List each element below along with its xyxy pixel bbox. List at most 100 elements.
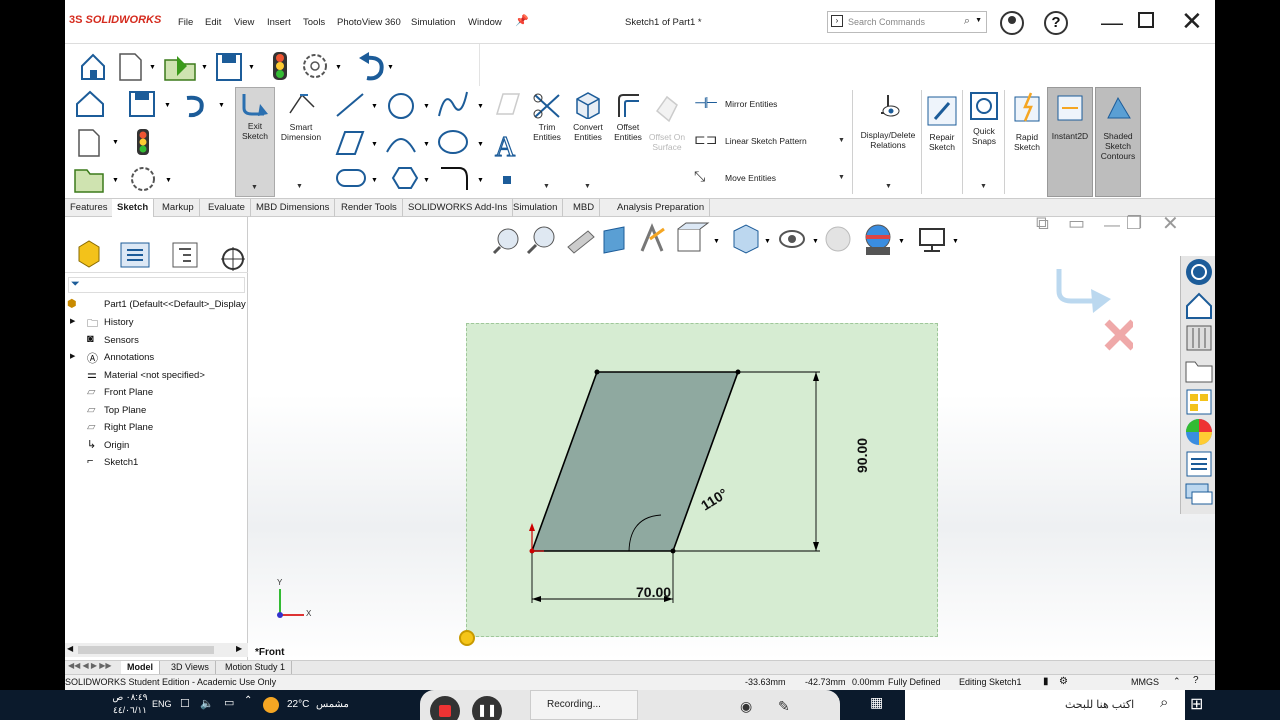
save-icon[interactable]	[216, 53, 242, 81]
horizontal-scrollbar[interactable]: ◀ ▶	[65, 643, 248, 657]
menu-window[interactable]: Window	[468, 17, 502, 28]
previous-view-icon[interactable]	[567, 230, 595, 254]
battery-icon[interactable]: ▭	[224, 696, 234, 709]
chevron-down-icon[interactable]: ▼	[423, 141, 430, 148]
feature-tree-tab-icon[interactable]	[78, 240, 100, 268]
sketch-point[interactable]	[594, 369, 600, 375]
viewport-restore-icon[interactable]: ❐	[1126, 213, 1142, 234]
chevron-down-icon[interactable]: ▼	[387, 64, 394, 71]
design-library-icon[interactable]	[1186, 325, 1212, 351]
new-document-icon[interactable]	[119, 53, 142, 81]
options-gear-icon[interactable]	[131, 167, 155, 191]
apply-scene-icon[interactable]	[865, 224, 891, 255]
help-icon[interactable]: ?	[1044, 11, 1068, 35]
tree-item-right-plane[interactable]: Right Plane	[104, 422, 153, 433]
pause-record-button[interactable]: ❚❚	[472, 696, 502, 720]
chevron-down-icon[interactable]: ▼	[296, 183, 303, 190]
close-icon[interactable]: ✕	[1181, 6, 1203, 37]
chevron-down-icon[interactable]: ▼	[251, 184, 258, 191]
chevron-down-icon[interactable]: ▼	[980, 183, 987, 190]
exit-sketch-corner-icon[interactable]	[1056, 269, 1111, 313]
tab-markup[interactable]: Markup	[157, 199, 200, 217]
parallelogram-sketch[interactable]	[530, 371, 740, 552]
chevron-down-icon[interactable]: ▼	[165, 177, 172, 184]
tab-analysis-preparation[interactable]: Analysis Preparation	[612, 199, 711, 217]
rebuild-icon[interactable]	[137, 129, 149, 155]
maximize-icon[interactable]	[1138, 12, 1154, 28]
taskbar-search-input[interactable]: اكتب هنا للبحث	[1065, 698, 1134, 711]
chevron-down-icon[interactable]: ▼	[371, 103, 378, 110]
graphics-area[interactable]: ▼ ▼ ▼ ▼ ▼ ⧉ ▭ — ❐ ✕ 70.00 90.00 110° Y X…	[248, 213, 1215, 660]
chevron-down-icon[interactable]: ▼	[477, 141, 484, 148]
save-icon[interactable]	[129, 91, 155, 117]
chevron-down-icon[interactable]: ▼	[371, 141, 378, 148]
chevron-down-icon[interactable]: ▼	[335, 64, 342, 71]
chevron-down-icon[interactable]: ▼	[248, 64, 255, 71]
chevron-down-icon[interactable]: ▼	[543, 183, 550, 190]
tab-mbd-dimensions[interactable]: MBD Dimensions	[251, 199, 336, 217]
dimxpert-tab-icon[interactable]	[221, 247, 245, 271]
chevron-down-icon[interactable]: ▼	[838, 137, 845, 144]
chevron-down-icon[interactable]: ▼	[164, 102, 171, 109]
taskbar-search-box[interactable]: اكتب هنا للبحث ⌕	[905, 690, 1185, 720]
chevron-down-icon[interactable]: ▼	[975, 17, 982, 24]
sketch-point[interactable]	[670, 548, 676, 554]
tab-mbd[interactable]: MBD	[568, 199, 601, 217]
tab-solidworks-add-ins[interactable]: SOLIDWORKS Add-Ins	[403, 199, 514, 217]
menu-view[interactable]: View	[234, 17, 254, 28]
home-icon[interactable]	[76, 90, 104, 117]
linear-sketch-pattern-button[interactable]: ⊏⊐ Linear Sketch Pattern ▼	[692, 131, 852, 153]
search-commands-box[interactable]: › Search Commands ⌕ ▼	[827, 11, 987, 33]
pin-icon[interactable]: 📌	[515, 14, 529, 27]
height-dimension-value[interactable]: 90.00	[854, 438, 870, 473]
tab-model[interactable]: Model	[121, 661, 160, 674]
chevron-down-icon[interactable]: ▼	[952, 238, 959, 245]
slot-icon[interactable]	[336, 169, 366, 187]
cancel-sketch-icon[interactable]	[1104, 319, 1133, 351]
viewport-minimize-icon[interactable]: —	[1104, 217, 1120, 235]
exit-sketch-button[interactable]: Exit Sketch ▼	[235, 87, 275, 197]
property-manager-tab-icon[interactable]	[120, 242, 150, 268]
scrollbar-thumb[interactable]	[78, 646, 214, 654]
spline-icon[interactable]	[438, 91, 468, 117]
configuration-manager-tab-icon[interactable]	[172, 242, 198, 268]
trim-entities-button[interactable]: Trim Entities ▼	[527, 89, 567, 194]
windows-start-icon[interactable]: ⊞	[1190, 694, 1203, 714]
unit-system[interactable]: MMGS	[1131, 677, 1159, 687]
open-folder-icon[interactable]	[74, 169, 104, 193]
edit-appearance-icon[interactable]	[825, 226, 851, 252]
chevron-down-icon[interactable]: ▼	[149, 64, 156, 71]
width-dimension-value[interactable]: 70.00	[636, 584, 671, 600]
ellipse-icon[interactable]	[438, 130, 468, 154]
weather-text[interactable]: مشمس	[316, 699, 349, 710]
undo-icon[interactable]	[359, 52, 384, 81]
home-icon[interactable]	[1186, 292, 1212, 319]
tree-item-origin[interactable]: Origin	[104, 440, 129, 451]
tree-item-top-plane[interactable]: Top Plane	[104, 405, 146, 416]
file-explorer-icon[interactable]	[1185, 361, 1213, 383]
line-icon[interactable]	[336, 93, 364, 117]
tab-navigation-arrows[interactable]: ◀◀ ◀ ▶ ▶▶	[68, 661, 112, 670]
quick-snaps-button[interactable]: Quick Snaps ▼	[964, 89, 1004, 194]
smart-dimension-button[interactable]: Smart Dimension ▼	[278, 89, 324, 194]
chevron-down-icon[interactable]: ▼	[713, 238, 720, 245]
chevron-down-icon[interactable]: ▼	[838, 174, 845, 181]
search-input[interactable]: Search Commands	[848, 17, 925, 27]
offset-entities-button[interactable]: Offset Entities	[609, 89, 647, 194]
chevron-down-icon[interactable]: ▼	[423, 103, 430, 110]
mirror-entities-button[interactable]: ⊣⊢ Mirror Entities	[692, 94, 852, 116]
clock-time[interactable]: ٠٨:٤٩ ص	[110, 692, 150, 703]
expand-arrow-icon[interactable]: ▶	[70, 317, 75, 325]
zoom-to-area-icon[interactable]	[526, 226, 555, 255]
move-entities-button[interactable]: ⤡ Move Entities ▼	[692, 168, 852, 190]
polygon-icon[interactable]	[391, 167, 419, 189]
rebuild-icon[interactable]	[273, 52, 287, 80]
tab-3d-views[interactable]: 3D Views	[165, 661, 216, 674]
expand-arrow-icon[interactable]: ▶	[70, 352, 75, 360]
tree-item-sketch1[interactable]: Sketch1	[104, 457, 138, 468]
fillet-icon[interactable]	[441, 167, 468, 190]
viewport-tile-icon[interactable]: ⧉	[1036, 213, 1049, 234]
sketch-point[interactable]	[735, 369, 741, 375]
scroll-left-icon[interactable]: ◀	[67, 644, 73, 653]
chevron-down-icon[interactable]: ▼	[423, 177, 430, 184]
